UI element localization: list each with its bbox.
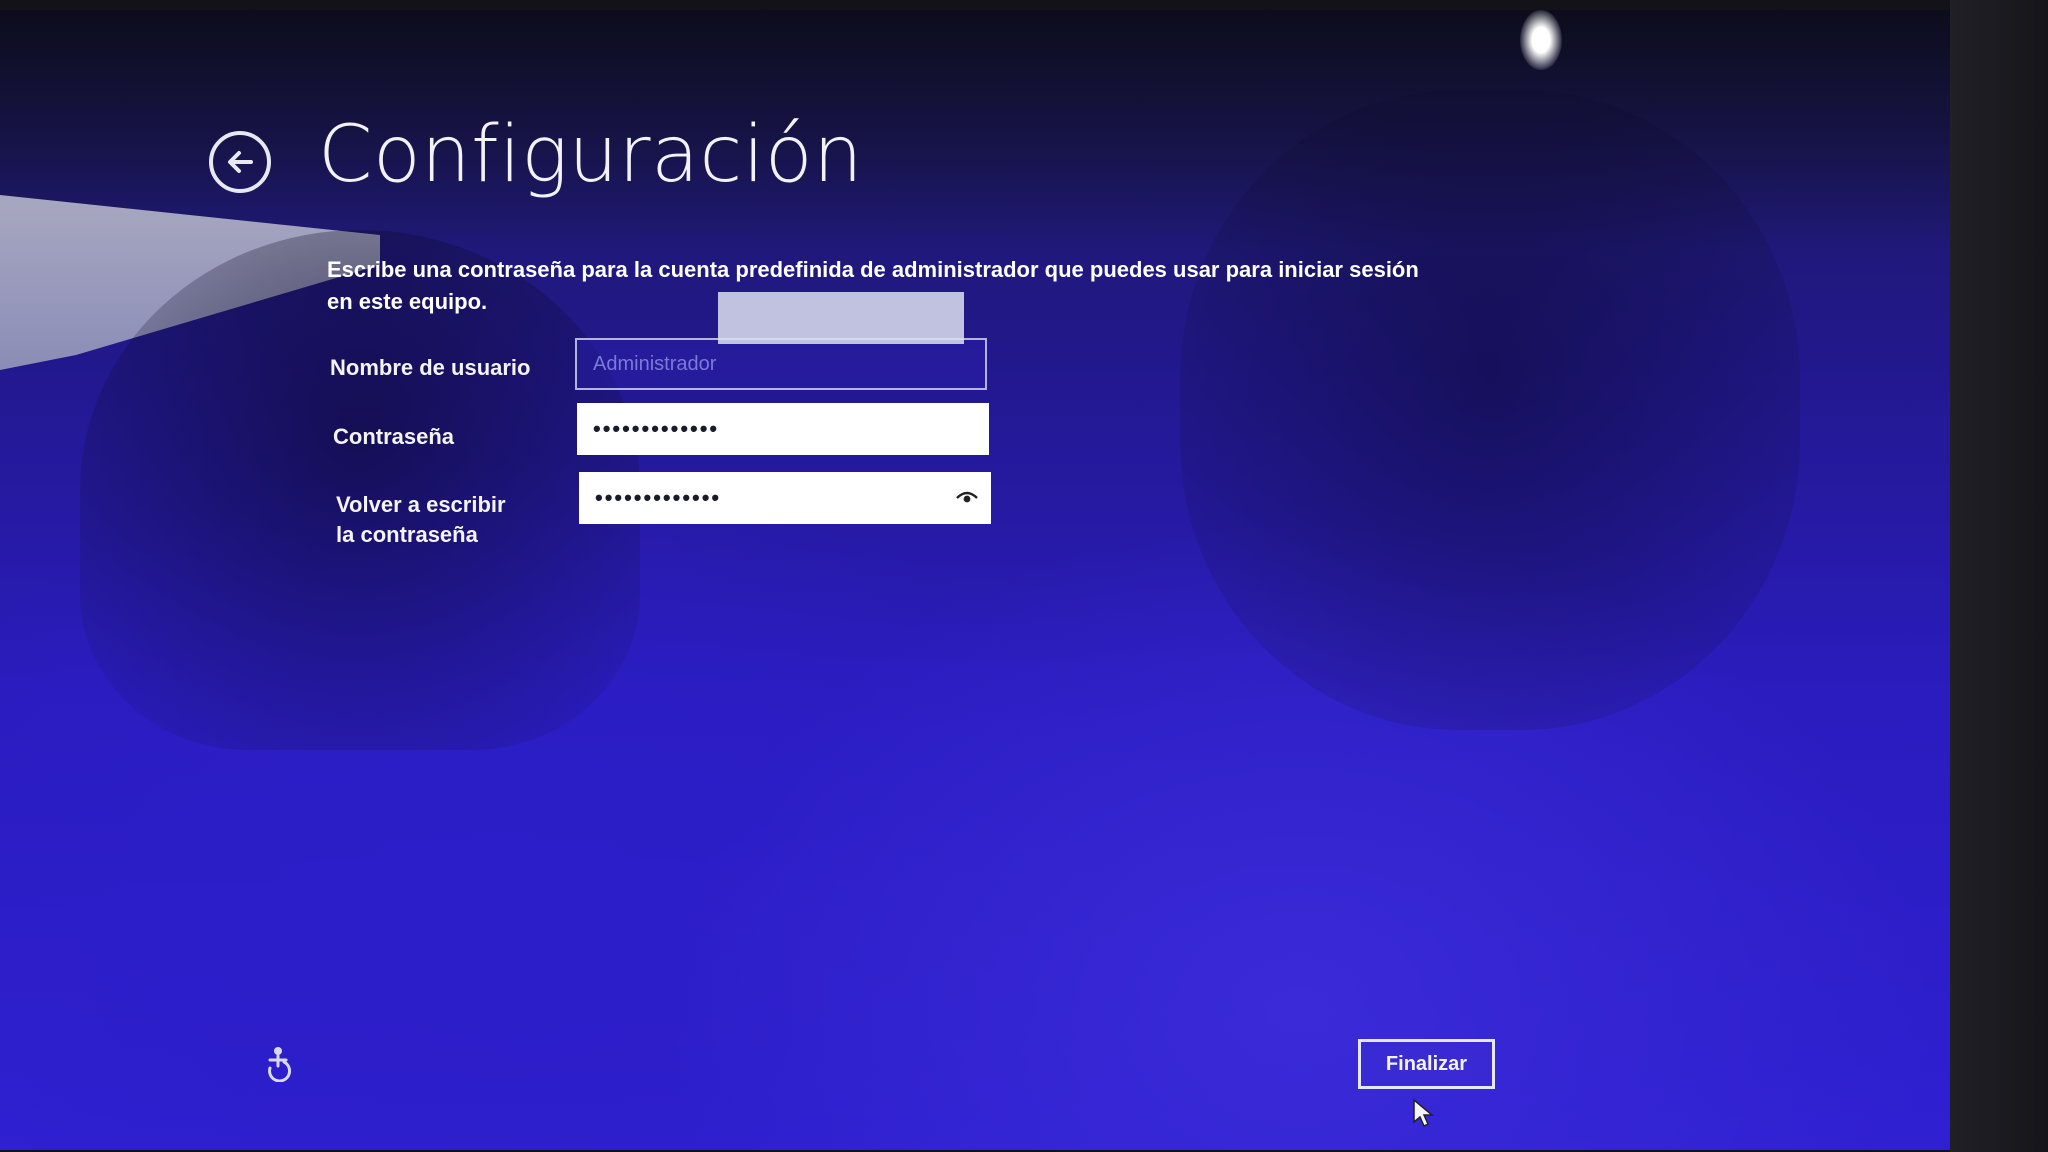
confirm-password-field[interactable]: ••••••••••••• xyxy=(579,472,991,524)
password-label: Contraseña xyxy=(333,424,455,449)
ease-of-access-icon[interactable] xyxy=(258,1042,298,1082)
page-title: Configuración xyxy=(318,110,864,200)
light-reflection xyxy=(1520,10,1562,70)
monitor-photo: Configuración Escribe una contraseña par… xyxy=(0,0,2048,1152)
back-button[interactable] xyxy=(209,131,271,193)
monitor-bezel xyxy=(1950,0,2048,1152)
password-value: ••••••••••••• xyxy=(593,416,720,441)
password-field[interactable]: ••••••••••••• xyxy=(577,403,989,455)
eye-icon[interactable] xyxy=(955,486,979,508)
paper-reflection xyxy=(718,292,964,344)
username-field[interactable]: Administrador xyxy=(575,338,987,390)
setup-screen: Configuración Escribe una contraseña par… xyxy=(0,10,1950,1150)
finish-button[interactable]: Finalizar xyxy=(1358,1039,1495,1089)
confirm-password-label: Volver a escribir la contraseña xyxy=(336,492,506,547)
mouse-pointer-icon xyxy=(1413,1098,1434,1128)
username-label: Nombre de usuario xyxy=(330,355,531,380)
back-arrow-icon xyxy=(228,151,253,173)
person-reflection-right xyxy=(1180,90,1800,730)
username-placeholder: Administrador xyxy=(593,352,717,375)
confirm-password-value: ••••••••••••• xyxy=(595,485,722,510)
